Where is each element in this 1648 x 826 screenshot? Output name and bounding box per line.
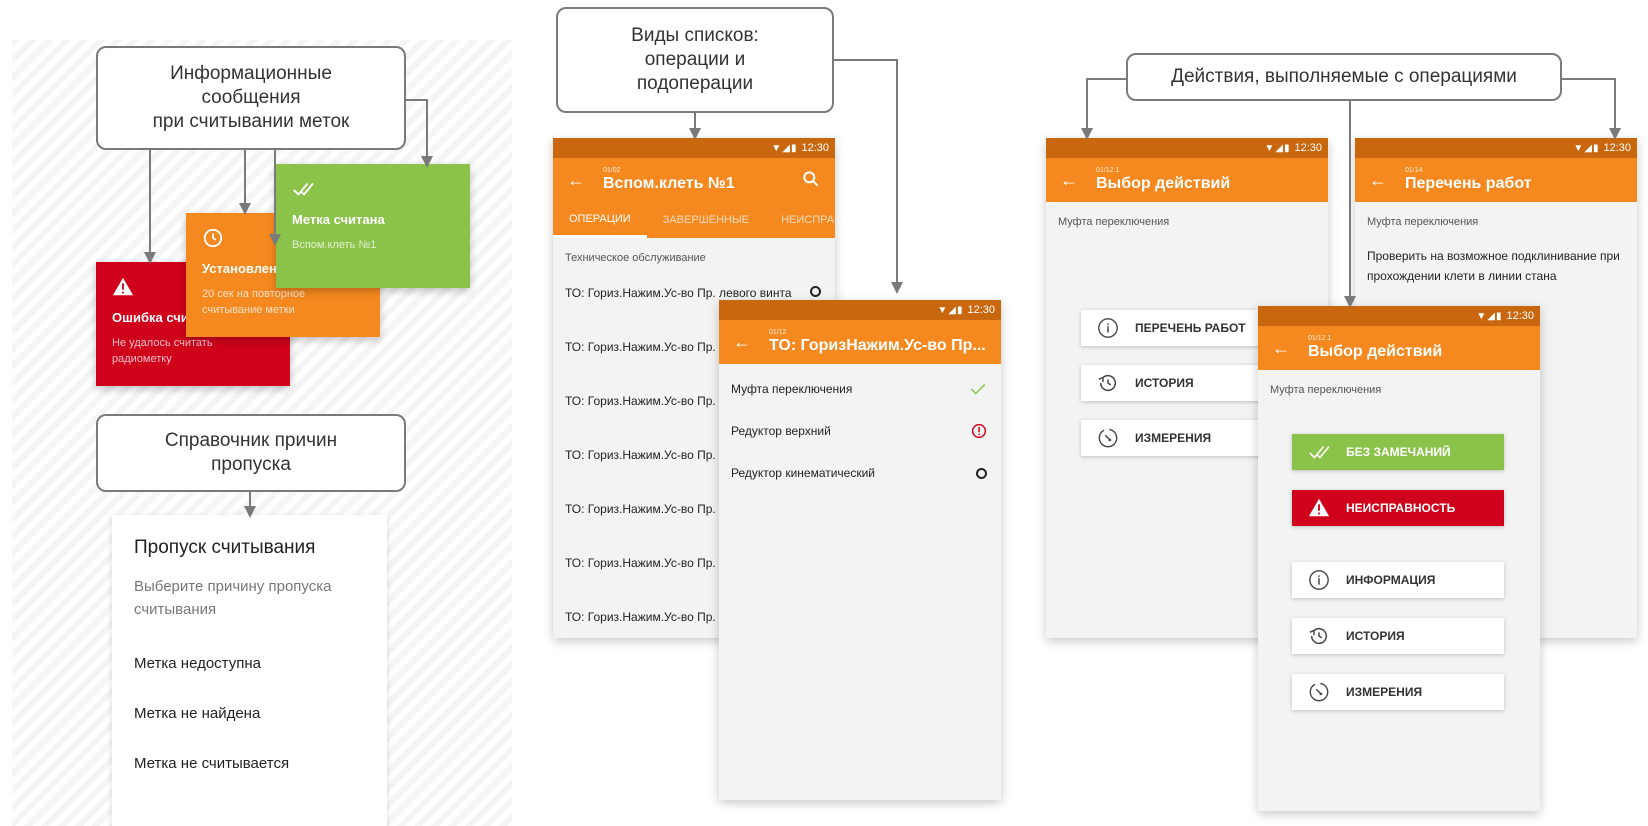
tab-operations[interactable]: ОПЕРАЦИИ xyxy=(553,202,647,238)
screen-code: 01/02 xyxy=(603,167,621,174)
skip-option-not-found[interactable]: Метка не найдена xyxy=(134,705,365,722)
list-item[interactable]: Муфта переключения xyxy=(719,368,1001,410)
notification-text: 20 сек на повторное считывание метки xyxy=(202,288,306,316)
status-time: 12:30 xyxy=(801,142,829,154)
dialog-title: Пропуск считывания xyxy=(134,537,316,558)
history-button[interactable]: ИСТОРИЯ xyxy=(1292,618,1504,654)
screen-code: 01/12 xyxy=(769,329,787,336)
signal-icon: ▼◢▮ xyxy=(771,142,798,154)
status-bar: ▼◢▮ 12:30 xyxy=(1258,306,1540,326)
arrow-to-actions-screen-a xyxy=(1081,78,1126,140)
tab-completed[interactable]: ЗАВЕРШЁННЫЕ xyxy=(647,202,765,238)
signal-icon: ▼◢▮ xyxy=(1476,310,1503,322)
history-icon xyxy=(1309,628,1328,645)
signal-icon: ▼◢▮ xyxy=(1573,142,1600,154)
signal-icon: ▼◢▮ xyxy=(937,304,964,316)
back-arrow-icon[interactable]: ← xyxy=(1369,170,1405,191)
warning-icon xyxy=(1308,498,1330,517)
list-item[interactable]: Редуктор верхний xyxy=(719,410,1001,452)
tab-faults[interactable]: НЕИСПРАВНОСТИ xyxy=(765,202,835,238)
screen-code: 01/14 xyxy=(1405,167,1423,174)
app-bar: ← 01/14 Перечень работ xyxy=(1355,158,1637,202)
history-icon xyxy=(1098,375,1117,392)
screen-code: 01/12.1 xyxy=(1096,167,1120,174)
warning-icon xyxy=(112,277,134,296)
status-time: 12:30 xyxy=(967,304,995,316)
status-time: 12:30 xyxy=(1506,310,1534,322)
gauge-icon xyxy=(1309,682,1329,702)
callout-list-types: Виды списков: операции и подоперации xyxy=(556,7,834,113)
notification-title: Метка считана xyxy=(292,212,385,227)
status-bar: ▼◢▮ 12:30 xyxy=(1355,138,1637,158)
check-icon xyxy=(970,383,986,395)
measurements-button[interactable]: ИЗМЕРЕНИЯ xyxy=(1292,674,1504,710)
app-bar: ← 01/12.1 Выбор действий xyxy=(1046,158,1328,202)
item-subtitle: Муфта переключения xyxy=(1367,216,1479,228)
section-header: Техническое обслуживание xyxy=(565,252,706,264)
search-icon[interactable] xyxy=(801,169,821,189)
app-bar: ← 01/12 ТО: ГоризНажим.Ус-во Пр... xyxy=(719,320,1001,364)
status-bar: ▼◢▮ 12:30 xyxy=(553,138,835,158)
app-bar: ← 01/02 Вспом.клеть №1 xyxy=(553,158,835,202)
callout-info-messages: Информационные сообщения при считывании … xyxy=(96,46,406,150)
list-item[interactable]: Редуктор кинематический xyxy=(719,452,1001,494)
app-bar: ← 01/12.1 Выбор действий xyxy=(1258,326,1540,370)
info-icon xyxy=(1309,570,1329,590)
notification-text: Не удалось считать радиометку xyxy=(112,337,213,365)
double-check-icon xyxy=(1309,445,1330,459)
skip-option-unreadable[interactable]: Метка не считывается xyxy=(134,755,365,772)
tab-bar: ОПЕРАЦИИ ЗАВЕРШЁННЫЕ НЕИСПРАВНОСТИ xyxy=(553,202,835,238)
back-arrow-icon[interactable]: ← xyxy=(1060,170,1096,191)
pending-status-icon xyxy=(976,467,987,479)
screen-title: Перечень работ xyxy=(1405,175,1532,192)
arrow-to-works-screen xyxy=(1562,78,1621,140)
actions-screen-b: ▼◢▮ 12:30 ← 01/12.1 Выбор действий Муфта… xyxy=(1258,306,1540,811)
status-time: 12:30 xyxy=(1603,142,1631,154)
double-check-icon xyxy=(293,182,314,196)
dialog-subtitle: Выберите причину пропуска считывания xyxy=(134,578,332,618)
signal-icon: ▼◢▮ xyxy=(1264,142,1291,154)
skip-reason-dialog: Пропуск считывания Выберите причину проп… xyxy=(112,515,387,826)
fault-icon xyxy=(971,423,987,439)
info-icon xyxy=(1098,318,1118,338)
success-notification: Метка считана Вспом.клеть №1 xyxy=(276,164,470,288)
skip-option-unavailable[interactable]: Метка недоступна xyxy=(134,655,365,672)
gauge-icon xyxy=(1098,428,1118,448)
item-subtitle: Муфта переключения xyxy=(1270,384,1382,396)
back-arrow-icon[interactable]: ← xyxy=(567,170,603,191)
status-bar: ▼◢▮ 12:30 xyxy=(1046,138,1328,158)
notification-text: Вспом.клеть №1 xyxy=(292,239,377,251)
screen-title: Выбор действий xyxy=(1096,175,1231,192)
callout-skip-reasons: Справочник причин пропуска xyxy=(96,414,406,492)
status-bar: ▼◢▮ 12:30 xyxy=(719,300,1001,320)
item-subtitle: Муфта переключения xyxy=(1058,216,1170,228)
information-button[interactable]: ИНФОРМАЦИЯ xyxy=(1292,562,1504,598)
fault-button[interactable]: НЕИСПРАВНОСТЬ xyxy=(1292,490,1504,526)
screen-code: 01/12.1 xyxy=(1308,335,1332,342)
back-arrow-icon[interactable]: ← xyxy=(733,332,769,353)
callout-actions: Действия, выполняемые с операциями xyxy=(1126,53,1562,101)
screen-title: Выбор действий xyxy=(1308,343,1443,360)
clock-icon xyxy=(203,228,223,248)
status-time: 12:30 xyxy=(1294,142,1322,154)
screen-title: ТО: ГоризНажим.Ус-во Пр... xyxy=(769,337,986,354)
pending-status-icon xyxy=(810,286,821,297)
back-arrow-icon[interactable]: ← xyxy=(1272,338,1308,359)
screen-title: Вспом.клеть №1 xyxy=(603,175,735,192)
work-description: Проверить на возможное подклинивание при… xyxy=(1367,249,1620,283)
no-remarks-button[interactable]: БЕЗ ЗАМЕЧАНИЙ xyxy=(1292,434,1504,470)
suboperations-screen: ▼◢▮ 12:30 ← 01/12 ТО: ГоризНажим.Ус-во П… xyxy=(719,300,1001,800)
arrow-to-suboperations-screen xyxy=(834,59,903,294)
